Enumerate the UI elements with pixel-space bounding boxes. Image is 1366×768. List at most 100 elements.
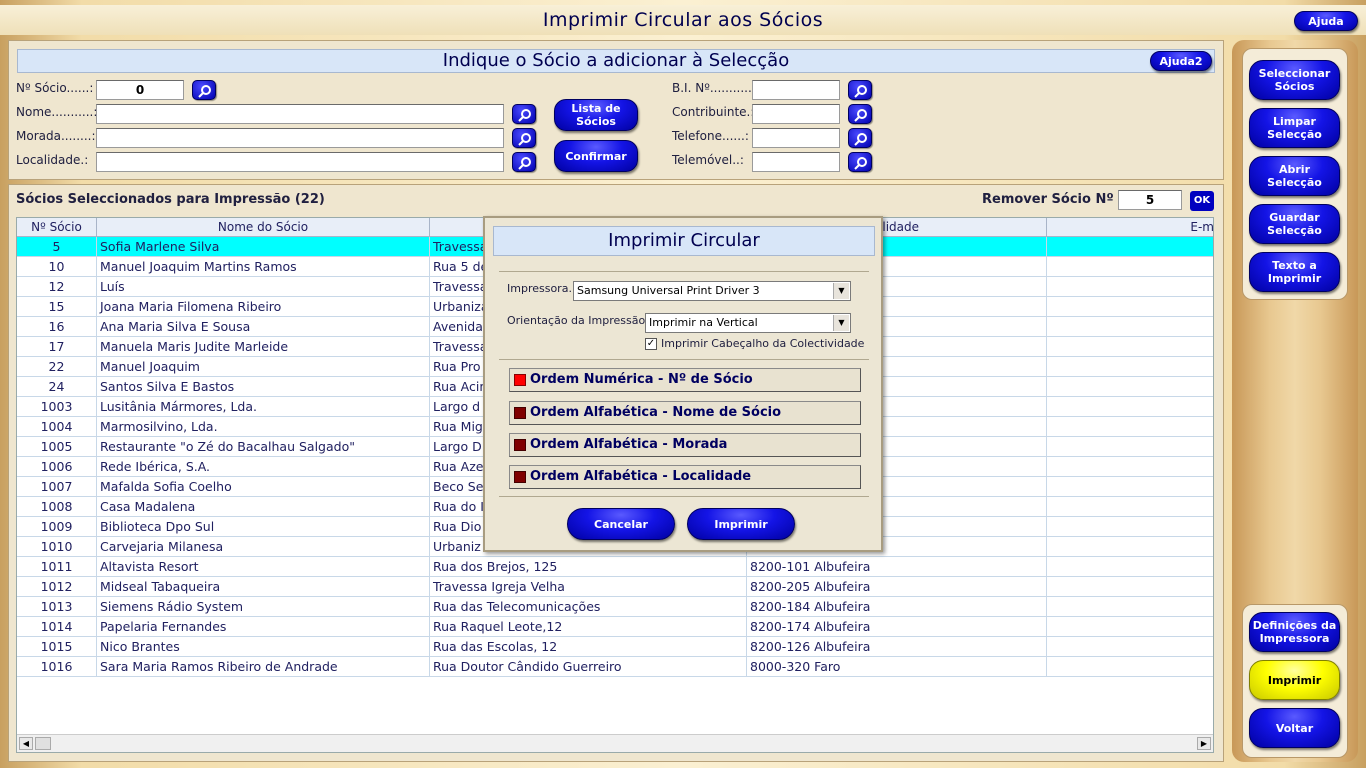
search-morada-button[interactable] <box>512 128 536 148</box>
cell-num: 1004 <box>17 417 97 437</box>
orientation-select[interactable]: Imprimir na Vertical ▼ <box>645 313 851 333</box>
cell-num: 1008 <box>17 497 97 517</box>
confirmar-button[interactable]: Confirmar <box>554 140 638 172</box>
search-icon <box>518 133 531 146</box>
imprimir-sidebar-button[interactable]: Imprimir <box>1249 660 1340 700</box>
col-header-nome[interactable]: Nome do Sócio <box>97 218 430 237</box>
cell-nome: Altavista Resort <box>97 557 430 577</box>
printer-select[interactable]: Samsung Universal Print Driver 3 ▼ <box>573 281 851 301</box>
cell-nome: Manuel Joaquim <box>97 357 430 377</box>
telemovel-label: Telemóvel..: <box>672 153 744 167</box>
order-numeric-button[interactable]: Ordem Numérica - Nº de Sócio <box>509 368 861 392</box>
order-name-button[interactable]: Ordem Alfabética - Nome de Sócio <box>509 401 861 425</box>
nome-input[interactable] <box>96 104 504 124</box>
search-nome-button[interactable] <box>512 104 536 124</box>
header-checkbox[interactable]: ✓ <box>645 338 657 350</box>
print-button[interactable]: Imprimir <box>687 508 795 540</box>
order-locality-button[interactable]: Ordem Alfabética - Localidade <box>509 465 861 489</box>
divider <box>499 496 869 497</box>
table-row[interactable]: 1011 Altavista Resort Rua dos Brejos, 125 8… <box>17 557 1213 577</box>
lista-socios-button[interactable]: Lista de Sócios <box>554 99 638 131</box>
cell-email <box>1047 277 1213 297</box>
contribuinte-input[interactable] <box>752 104 840 124</box>
table-row[interactable]: 1012 Midseal Tabaqueira Travessa Igreja Ve… <box>17 577 1213 597</box>
col-header-email[interactable]: E-m <box>1047 218 1213 237</box>
ok-button[interactable]: OK <box>1190 191 1214 211</box>
search-contribuinte-button[interactable] <box>848 104 872 124</box>
scroll-left-icon[interactable]: ◀ <box>19 737 33 750</box>
search-icon <box>198 85 211 98</box>
morada-input[interactable] <box>96 128 504 148</box>
guardar-seleccao-button[interactable]: Guardar Selecção <box>1249 204 1340 244</box>
localidade-label: Localidade.: <box>16 153 89 167</box>
cell-nome: Ana Maria Silva E Sousa <box>97 317 430 337</box>
cell-num: 1003 <box>17 397 97 417</box>
help-button[interactable]: Ajuda <box>1294 11 1358 31</box>
texto-imprimir-button[interactable]: Texto a Imprimir <box>1249 252 1340 292</box>
table-row[interactable]: 1016 Sara Maria Ramos Ribeiro de Andrade R… <box>17 657 1213 677</box>
cell-email <box>1047 337 1213 357</box>
cell-num: 1007 <box>17 477 97 497</box>
limpar-seleccao-button[interactable]: Limpar Selecção <box>1249 108 1340 148</box>
order-address-label: Ordem Alfabética - Morada <box>530 437 728 452</box>
cell-nome: Manuela Maris Judite Marleide <box>97 337 430 357</box>
cell-nome: Casa Madalena <box>97 497 430 517</box>
cell-num: 12 <box>17 277 97 297</box>
cell-email <box>1047 657 1213 677</box>
scroll-right-icon[interactable]: ▶ <box>1197 737 1211 750</box>
cell-nome: Papelaria Fernandes <box>97 617 430 637</box>
table-row[interactable]: 1015 Nico Brantes Rua das Escolas, 12 8200-… <box>17 637 1213 657</box>
voltar-button[interactable]: Voltar <box>1249 708 1340 748</box>
printer-value: Samsung Universal Print Driver 3 <box>577 284 760 297</box>
cell-num: 1012 <box>17 577 97 597</box>
search-telemovel-button[interactable] <box>848 152 872 172</box>
cell-email <box>1047 497 1213 517</box>
cell-morada: Rua das Telecomunicações <box>430 597 747 617</box>
cancel-button[interactable]: Cancelar <box>567 508 675 540</box>
help2-button[interactable]: Ajuda2 <box>1150 51 1212 71</box>
cell-nome: Restaurante "o Zé do Bacalhau Salgado" <box>97 437 430 457</box>
definicoes-impressora-button[interactable]: Definições da Impressora <box>1249 612 1340 652</box>
cell-num: 1014 <box>17 617 97 637</box>
cell-nome: Biblioteca Dpo Sul <box>97 517 430 537</box>
remove-number-input[interactable]: 5 <box>1118 190 1182 210</box>
abrir-seleccao-button[interactable]: Abrir Selecção <box>1249 156 1340 196</box>
col-header-num[interactable]: Nº Sócio <box>17 218 97 237</box>
cell-nome: Carvejaria Milanesa <box>97 537 430 557</box>
nome-label: Nome...........: <box>16 105 98 119</box>
search-localidade-button[interactable] <box>512 152 536 172</box>
search-icon <box>518 109 531 122</box>
cell-email <box>1047 417 1213 437</box>
contribuinte-label: Contribuinte.: <box>672 105 755 119</box>
horizontal-scrollbar[interactable]: ◀ ▶ <box>17 734 1213 752</box>
cell-email <box>1047 637 1213 657</box>
cell-num: 1013 <box>17 597 97 617</box>
order-locality-label: Ordem Alfabética - Localidade <box>530 469 752 484</box>
cell-nome: Santos Silva E Bastos <box>97 377 430 397</box>
telefone-input[interactable] <box>752 128 840 148</box>
orientation-label: Orientação da Impressão..: <box>507 314 656 327</box>
cell-nome: Sofia Marlene Silva <box>97 237 430 257</box>
cell-email <box>1047 617 1213 637</box>
cell-num: 1011 <box>17 557 97 577</box>
cell-email <box>1047 257 1213 277</box>
cell-loc: 8000-320 Faro <box>747 657 1047 677</box>
order-address-button[interactable]: Ordem Alfabética - Morada <box>509 433 861 457</box>
cell-num: 1015 <box>17 637 97 657</box>
telemovel-input[interactable] <box>752 152 840 172</box>
cell-num: 5 <box>17 237 97 257</box>
seleccionar-socios-button[interactable]: Seleccionar Sócios <box>1249 60 1340 100</box>
order-square-icon <box>514 439 526 451</box>
localidade-input[interactable] <box>96 152 504 172</box>
search-socio-button[interactable] <box>192 80 216 100</box>
search-telefone-button[interactable] <box>848 128 872 148</box>
search-bi-button[interactable] <box>848 80 872 100</box>
cell-email <box>1047 237 1213 257</box>
socio-number-input[interactable]: 0 <box>96 80 184 100</box>
cell-loc: 8200-101 Albufeira <box>747 557 1047 577</box>
bi-input[interactable] <box>752 80 840 100</box>
table-row[interactable]: 1013 Siemens Rádio System Rua das Telecomu… <box>17 597 1213 617</box>
scroll-thumb[interactable] <box>35 737 51 750</box>
cell-nome: Lusitânia Mármores, Lda. <box>97 397 430 417</box>
table-row[interactable]: 1014 Papelaria Fernandes Rua Raquel Leote,… <box>17 617 1213 637</box>
